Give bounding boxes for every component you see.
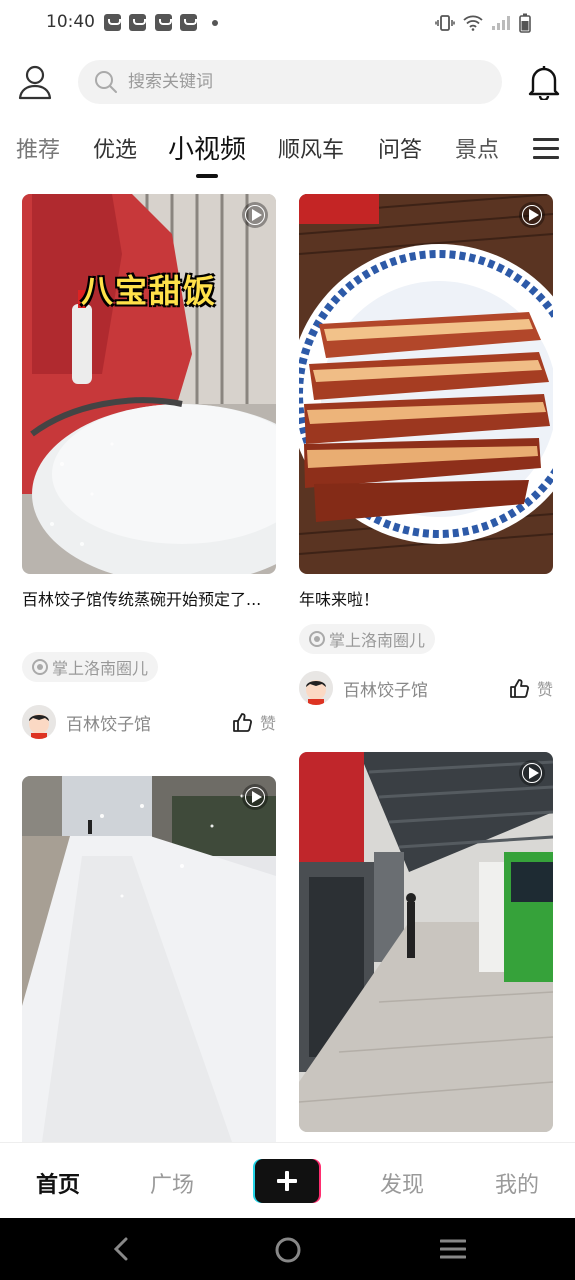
author-row: 百林饺子馆 赞 <box>22 702 276 742</box>
status-icons <box>435 13 531 33</box>
bell-icon <box>528 66 560 102</box>
video-thumbnail-image <box>299 752 553 1132</box>
tab-rideshare[interactable]: 顺风车 <box>278 132 344 164</box>
notification-icon <box>155 14 172 31</box>
notification-icon <box>180 14 197 31</box>
card-title[interactable]: 百林饺子馆传统蒸碗开始预定了... <box>22 586 276 642</box>
video-overlay-text: 八宝甜饭 <box>80 272 217 310</box>
menu-icon[interactable] <box>533 138 559 160</box>
recents-icon[interactable] <box>440 1238 466 1260</box>
circle-tag[interactable]: 掌上洛南圈儿 <box>299 624 436 654</box>
wifi-icon <box>463 15 483 31</box>
circle-tag-icon <box>32 659 48 675</box>
video-thumbnail-image <box>299 194 553 574</box>
author-name[interactable]: 百林饺子馆 <box>343 676 428 701</box>
tab-short-video[interactable]: 小视频 <box>168 129 246 166</box>
notification-icon <box>104 14 121 31</box>
like-button[interactable]: 赞 <box>509 676 553 700</box>
circle-tag[interactable]: 掌上洛南圈儿 <box>22 652 159 682</box>
like-icon <box>233 713 252 732</box>
like-label: 赞 <box>536 680 553 699</box>
feed-card[interactable] <box>22 776 276 1142</box>
feed-card[interactable]: 八宝甜饭 百林饺子馆传统蒸碗开始预定了... 掌上洛南圈儿 百林饺子馆 赞 <box>22 194 276 742</box>
video-thumbnail[interactable] <box>299 194 553 574</box>
active-tab-indicator <box>196 174 218 178</box>
app-header <box>0 56 575 108</box>
play-icon <box>242 202 268 228</box>
nav-mine[interactable]: 我的 <box>495 1167 539 1199</box>
video-thumbnail[interactable] <box>299 752 553 1132</box>
feed-card[interactable]: 年味来啦！ 掌上洛南圈儿 百林饺子馆 赞 <box>299 194 553 708</box>
signal-icon <box>492 16 510 30</box>
play-icon <box>519 760 545 786</box>
like-label: 赞 <box>259 714 276 733</box>
card-title[interactable]: 年味来啦！ <box>299 586 553 614</box>
nav-discover[interactable]: 发现 <box>380 1167 424 1199</box>
tag-label: 掌上洛南圈儿 <box>52 659 149 678</box>
feed-card[interactable] <box>299 752 553 1132</box>
like-button[interactable]: 赞 <box>232 710 276 734</box>
author-avatar[interactable] <box>22 705 56 739</box>
avatar-image <box>22 705 56 739</box>
video-thumbnail-image <box>22 194 276 574</box>
tab-scenic-spots[interactable]: 景点 <box>455 132 499 164</box>
search-bar[interactable] <box>78 60 502 104</box>
status-time: 10:40 <box>46 12 95 32</box>
nav-home[interactable]: 首页 <box>36 1167 80 1199</box>
system-nav-bar <box>0 1218 575 1280</box>
play-icon <box>519 202 545 228</box>
category-tabs: 推荐 优选 小视频 顺风车 问答 景点 <box>0 128 575 184</box>
like-icon <box>510 679 529 698</box>
author-row: 百林饺子馆 赞 <box>299 668 553 708</box>
video-thumbnail[interactable] <box>22 776 276 1142</box>
author-avatar[interactable] <box>299 671 333 705</box>
tag-label: 掌上洛南圈儿 <box>329 631 426 650</box>
tab-qa[interactable]: 问答 <box>378 132 422 164</box>
back-icon[interactable] <box>110 1236 134 1262</box>
nav-square[interactable]: 广场 <box>150 1167 194 1199</box>
bottom-nav: 首页 广场 发现 我的 <box>0 1142 575 1218</box>
search-icon <box>95 71 117 93</box>
search-input[interactable] <box>128 72 488 92</box>
plus-icon[interactable] <box>255 1159 319 1203</box>
circle-tag-icon <box>309 631 325 647</box>
tab-recommend[interactable]: 推荐 <box>16 132 60 164</box>
profile-button[interactable] <box>18 64 52 100</box>
play-icon <box>242 784 268 810</box>
battery-icon <box>519 13 531 33</box>
author-name[interactable]: 百林饺子馆 <box>66 710 151 735</box>
status-bar: 10:40 <box>0 0 575 48</box>
more-notifications-icon <box>212 20 218 26</box>
home-icon[interactable] <box>274 1236 302 1264</box>
notifications-button[interactable] <box>527 64 561 102</box>
avatar-image <box>299 671 333 705</box>
tab-selected[interactable]: 优选 <box>93 132 137 164</box>
vibrate-icon <box>435 15 455 31</box>
notification-icon <box>129 14 146 31</box>
video-thumbnail[interactable]: 八宝甜饭 <box>22 194 276 574</box>
video-thumbnail-image <box>22 776 276 1142</box>
user-icon <box>18 65 52 100</box>
